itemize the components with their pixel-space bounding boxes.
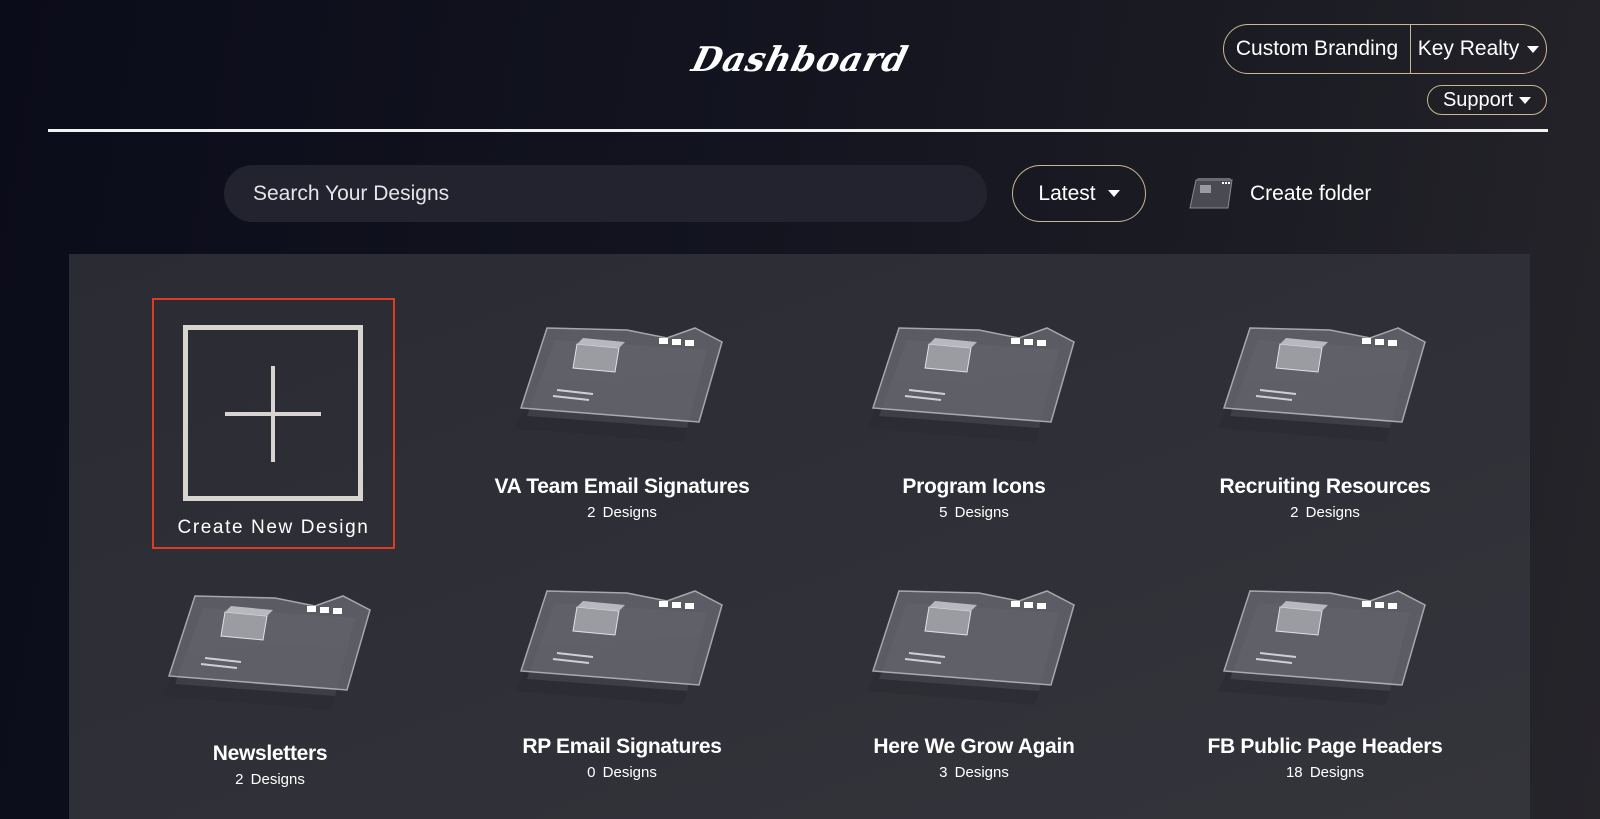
sort-dropdown[interactable]: Latest bbox=[1012, 165, 1146, 222]
support-label: Support bbox=[1442, 88, 1514, 111]
folder-name: Recruiting Resources bbox=[1219, 475, 1431, 498]
folder-name: RP Email Signatures bbox=[522, 735, 722, 758]
create-folder-label: Create folder bbox=[1250, 182, 1372, 205]
folder-name: VA Team Email Signatures bbox=[494, 475, 750, 498]
account-menu-group: Custom Branding Key Realty bbox=[1223, 24, 1547, 74]
folder-card[interactable]: Newsletters 2 Designs bbox=[120, 588, 420, 788]
folder-icon bbox=[867, 327, 1075, 442]
custom-branding-label: Custom Branding bbox=[1235, 37, 1399, 60]
folder-icon bbox=[515, 590, 723, 705]
page-title: Dashboard bbox=[687, 40, 913, 80]
folder-design-count: 0 Designs bbox=[587, 764, 657, 781]
create-folder-icon bbox=[1189, 178, 1233, 209]
caret-down-icon bbox=[1519, 96, 1532, 104]
folder-card[interactable]: VA Team Email Signatures 2 Designs bbox=[472, 320, 772, 521]
folder-card[interactable]: RP Email Signatures 0 Designs bbox=[472, 583, 772, 781]
support-dropdown[interactable]: Support bbox=[1427, 85, 1547, 115]
folder-design-count: 2 Designs bbox=[587, 504, 657, 521]
folder-design-count: 3 Designs bbox=[939, 764, 1009, 781]
search-bar[interactable] bbox=[224, 165, 987, 222]
folder-icon bbox=[867, 590, 1075, 705]
folder-name: Here We Grow Again bbox=[873, 735, 1075, 758]
search-input[interactable] bbox=[251, 180, 960, 207]
caret-down-icon bbox=[1107, 190, 1120, 197]
header-divider bbox=[48, 129, 1548, 132]
folder-icon bbox=[1218, 590, 1426, 705]
create-new-design-card[interactable]: Create New Design bbox=[152, 298, 395, 549]
folder-card[interactable]: FB Public Page Headers 18 Designs bbox=[1175, 583, 1475, 781]
folder-design-count: 18 Designs bbox=[1285, 764, 1365, 781]
folder-icon bbox=[515, 327, 723, 442]
folder-card[interactable]: Recruiting Resources 2 Designs bbox=[1175, 320, 1475, 521]
custom-branding-button[interactable]: Custom Branding bbox=[1224, 25, 1411, 73]
folder-name: Newsletters bbox=[212, 742, 328, 765]
folder-design-count: 2 Designs bbox=[235, 771, 305, 788]
folder-design-count: 2 Designs bbox=[1290, 504, 1360, 521]
sort-label: Latest bbox=[1038, 181, 1096, 205]
folder-name: Program Icons bbox=[902, 475, 1046, 498]
folder-card[interactable]: Program Icons 5 Designs bbox=[824, 320, 1124, 521]
folder-name: FB Public Page Headers bbox=[1207, 735, 1443, 758]
account-dropdown[interactable]: Key Realty bbox=[1411, 25, 1546, 73]
account-name: Key Realty bbox=[1417, 37, 1520, 60]
dashboard-page: Dashboard Custom Branding Key Realty Sup… bbox=[0, 0, 1600, 819]
create-folder-button[interactable]: Create folder bbox=[1186, 174, 1371, 214]
folder-icon bbox=[163, 595, 371, 710]
folder-card[interactable]: Here We Grow Again 3 Designs bbox=[824, 583, 1124, 781]
folder-design-count: 5 Designs bbox=[939, 504, 1009, 521]
folder-icon bbox=[1218, 327, 1426, 442]
plus-icon bbox=[183, 325, 363, 501]
create-new-design-label: Create New Design bbox=[177, 517, 370, 538]
caret-down-icon bbox=[1527, 45, 1540, 53]
